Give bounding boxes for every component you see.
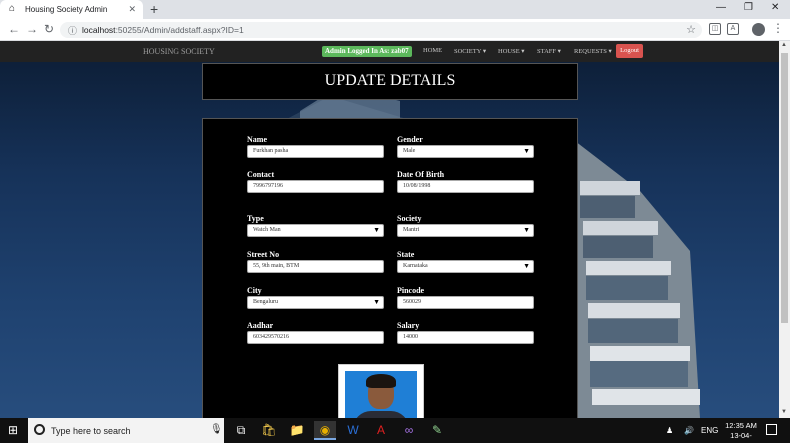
pincode-field[interactable]: 560029 xyxy=(397,296,534,309)
contact-label: Contact xyxy=(247,170,275,179)
volume-icon[interactable]: 🔊 xyxy=(684,426,694,435)
society-select[interactable]: Mantri ▼ xyxy=(397,224,534,237)
nav-home[interactable]: HOME xyxy=(423,47,442,54)
street-label: Street No xyxy=(247,250,280,259)
gender-select-value: Male xyxy=(403,148,416,154)
salary-field[interactable]: 14000 xyxy=(397,331,534,344)
street-field[interactable]: 55, 9th main, BTM xyxy=(247,260,384,273)
dropdown-arrow-icon: ▼ xyxy=(523,147,530,155)
chrome-icon[interactable]: ◉ xyxy=(314,421,336,440)
scroll-up-icon[interactable]: ▲ xyxy=(781,42,787,48)
site-brand[interactable]: HOUSING SOCIETY xyxy=(143,47,215,56)
nav-staff[interactable]: STAFF ▾ xyxy=(537,47,561,55)
state-label: State xyxy=(397,250,415,259)
scroll-down-icon[interactable]: ▼ xyxy=(781,409,787,415)
acrobat-icon[interactable]: A xyxy=(370,421,392,440)
microphone-icon[interactable]: 🎙 xyxy=(210,424,223,435)
info-icon[interactable]: ⓘ xyxy=(68,24,77,37)
staff-photo xyxy=(338,364,424,418)
close-tab-icon[interactable]: ✕ xyxy=(128,4,136,15)
dob-field[interactable]: 10/08/1998 xyxy=(397,180,534,193)
browser-menu-icon[interactable]: ⋮ xyxy=(772,21,784,35)
close-window-icon[interactable]: ✕ xyxy=(771,2,779,13)
dob-label: Date Of Birth xyxy=(397,170,445,179)
logout-button[interactable]: Logout xyxy=(616,44,643,58)
city-label: City xyxy=(247,286,262,295)
new-tab-icon[interactable]: + xyxy=(150,1,158,17)
visual-studio-icon[interactable]: ∞ xyxy=(398,421,420,440)
site-navbar: HOUSING SOCIETY Admin Logged In As: zab0… xyxy=(0,41,779,62)
city-select-value: Bengaluru xyxy=(253,299,278,305)
page-title: UPDATE DETAILS xyxy=(324,72,456,89)
update-details-form: Name Furkhan pasha Gender Male ▼ Contact… xyxy=(202,118,578,418)
clock-time: 12:35 AM xyxy=(725,421,757,430)
extension-icon[interactable]: ◫ xyxy=(709,23,721,35)
back-icon[interactable]: ← xyxy=(8,22,20,36)
notifications-icon[interactable] xyxy=(766,424,777,435)
type-select-value: Watch Man xyxy=(253,227,281,233)
page-scrollbar[interactable]: ▲ ▼ xyxy=(779,41,790,418)
cortana-icon xyxy=(34,424,45,435)
nav-house[interactable]: HOUSE ▾ xyxy=(498,47,525,55)
dropdown-arrow-icon: ▼ xyxy=(373,226,380,234)
reload-icon[interactable]: ↻ xyxy=(44,22,54,36)
taskbar-clock[interactable]: 12:35 AM 13-04-2019 xyxy=(724,421,758,443)
admin-status-badge: Admin Logged In As: zab07 xyxy=(322,46,412,57)
web-page: HOUSING SOCIETY Admin Logged In As: zab0… xyxy=(0,41,779,418)
nav-society[interactable]: SOCIETY ▾ xyxy=(454,47,486,55)
society-label: Society xyxy=(397,214,422,223)
taskbar-search-box[interactable]: Type here to search 🎙 xyxy=(28,418,224,443)
windows-start-icon[interactable]: ⊞ xyxy=(8,424,18,436)
people-icon[interactable]: ♟ xyxy=(666,426,673,435)
contact-field[interactable]: 7996797196 xyxy=(247,180,384,193)
browser-tab-strip: ⌂ Housing Society Admin ✕ + — ❐ ✕ xyxy=(0,0,790,19)
society-select-value: Mantri xyxy=(403,227,420,233)
language-indicator[interactable]: ENG xyxy=(701,426,718,435)
browser-tab[interactable]: ⌂ Housing Society Admin ✕ xyxy=(0,0,143,19)
clock-date: 13-04-2019 xyxy=(730,431,752,443)
state-select[interactable]: Karnataka ▼ xyxy=(397,260,534,273)
url-text: localhost:50255/Admin/addstaff.aspx?ID=1 xyxy=(82,25,244,35)
store-icon[interactable]: 🛍 xyxy=(258,421,280,440)
pincode-label: Pincode xyxy=(397,286,425,295)
type-select[interactable]: Watch Man ▼ xyxy=(247,224,384,237)
pdf-extension-icon[interactable]: A xyxy=(727,23,739,35)
profile-avatar[interactable] xyxy=(752,23,765,36)
minimize-icon[interactable]: — xyxy=(716,2,726,13)
taskbar-search-placeholder: Type here to search xyxy=(51,426,131,436)
dropdown-arrow-icon: ▼ xyxy=(373,298,380,306)
state-select-value: Karnataka xyxy=(403,263,428,269)
name-field[interactable]: Furkhan pasha xyxy=(247,145,384,158)
aadhar-field[interactable]: 603429570216 xyxy=(247,331,384,344)
home-icon: ⌂ xyxy=(9,3,16,14)
type-label: Type xyxy=(247,214,264,223)
task-view-icon[interactable]: ⧉ xyxy=(230,421,252,440)
address-bar-row: ← → ↻ ⓘ localhost:50255/Admin/addstaff.a… xyxy=(0,19,790,41)
app-icon[interactable]: ✎ xyxy=(426,421,448,440)
file-explorer-icon[interactable]: 📁 xyxy=(286,421,308,440)
word-icon[interactable]: W xyxy=(342,421,364,440)
title-panel: UPDATE DETAILS xyxy=(202,63,578,100)
gender-label: Gender xyxy=(397,135,423,144)
gender-select[interactable]: Male ▼ xyxy=(397,145,534,158)
url-field[interactable]: ⓘ localhost:50255/Admin/addstaff.aspx?ID… xyxy=(60,22,702,38)
salary-label: Salary xyxy=(397,321,420,330)
windows-taskbar: ⊞ Type here to search 🎙 ⧉ 🛍 📁 ◉ W A ∞ ✎ … xyxy=(0,418,790,443)
name-label: Name xyxy=(247,135,267,144)
aadhar-label: Aadhar xyxy=(247,321,274,330)
forward-icon[interactable]: → xyxy=(26,22,38,36)
restore-icon[interactable]: ❐ xyxy=(744,2,753,13)
dropdown-arrow-icon: ▼ xyxy=(523,262,530,270)
city-select[interactable]: Bengaluru ▼ xyxy=(247,296,384,309)
scrollbar-thumb[interactable] xyxy=(781,53,788,323)
bookmark-star-icon[interactable]: ☆ xyxy=(686,23,696,36)
tab-title: Housing Society Admin xyxy=(25,5,108,14)
nav-requests[interactable]: REQUESTS ▾ xyxy=(574,47,612,55)
dropdown-arrow-icon: ▼ xyxy=(523,226,530,234)
